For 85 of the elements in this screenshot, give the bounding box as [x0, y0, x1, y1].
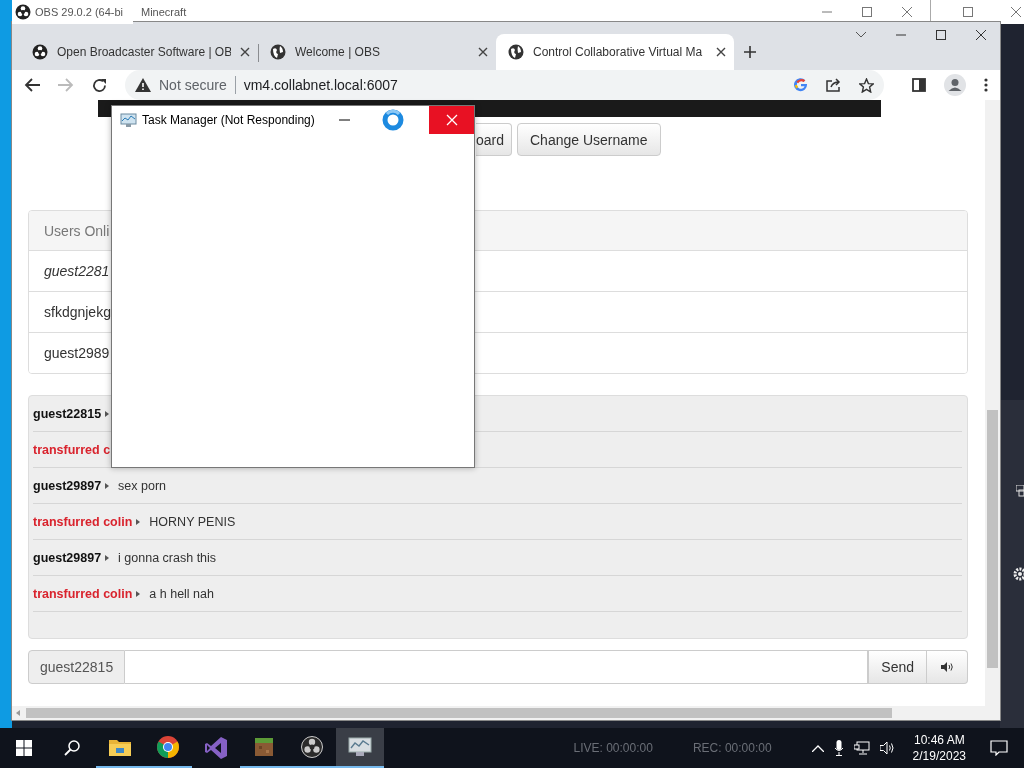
browser-tab[interactable]: Open Broadcaster Software | OB	[20, 34, 258, 70]
windows-logo-icon	[16, 740, 32, 756]
translate-icon[interactable]	[794, 78, 808, 92]
online-username: guest2281	[44, 263, 110, 279]
tricolor-circle-icon	[157, 736, 179, 758]
triangle-marker-icon	[105, 554, 110, 561]
monitor-chart-icon	[120, 113, 137, 127]
globe-icon	[270, 44, 286, 60]
menu-icon[interactable]	[984, 78, 988, 92]
microphone-icon[interactable]	[833, 740, 844, 756]
new-tab-icon[interactable]	[744, 46, 756, 58]
window-title: Minecraft	[141, 6, 187, 18]
horizontal-scrollbar[interactable]	[12, 706, 1000, 720]
send-button[interactable]: Send	[868, 650, 927, 684]
monitor-chart-icon	[348, 737, 372, 757]
taskbar-app-button[interactable]	[336, 728, 384, 768]
clock[interactable]: 10:46 AM 2/19/2023	[912, 732, 966, 764]
chat-username: guest29897	[33, 478, 102, 493]
page-button[interactable]: oard	[476, 123, 512, 156]
speaker-icon[interactable]	[879, 741, 895, 755]
chevron-up-icon[interactable]	[811, 744, 824, 752]
reload-icon[interactable]	[92, 77, 107, 93]
grass-block-icon	[255, 738, 273, 756]
chat-username: guest29897	[33, 550, 102, 565]
back-arrow-icon[interactable]	[24, 78, 40, 92]
chat-message: sex porn	[118, 478, 167, 493]
star-icon[interactable]	[859, 77, 874, 93]
window-title: Task Manager (Not Responding)	[142, 113, 315, 127]
online-username: sfkdgnjekg	[44, 304, 111, 320]
chevron-icon[interactable]	[856, 32, 866, 38]
maximize-icon[interactable]	[862, 7, 872, 17]
share-icon[interactable]	[826, 78, 841, 92]
close-icon	[445, 113, 458, 126]
left-arrow-icon	[16, 710, 20, 716]
close-icon[interactable]	[976, 30, 986, 40]
settings-icon	[1012, 567, 1024, 581]
page-button[interactable]: Change Username	[517, 123, 661, 156]
windows-icon	[1016, 485, 1024, 497]
chat-username: guest22815	[33, 406, 102, 421]
chat-message: a h hell nah	[149, 586, 214, 601]
profile-avatar-icon[interactable]	[944, 74, 966, 96]
status-indicator: REC: 00:00:00	[692, 741, 772, 755]
status-indicator: LIVE: 00:00:00	[573, 741, 653, 755]
ring-logo-icon	[15, 4, 31, 20]
online-username: guest2989	[44, 345, 110, 361]
close-icon[interactable]	[716, 47, 726, 57]
maximize-icon[interactable]	[936, 30, 946, 40]
chat-message: i gonna crash this	[118, 550, 217, 565]
triangle-marker-icon	[136, 518, 141, 525]
side-panel-icon[interactable]	[912, 78, 926, 92]
maximize-icon[interactable]	[963, 7, 973, 17]
triangle-marker-icon	[136, 590, 141, 597]
window-title: OBS 29.0.2 (64-bi	[35, 6, 124, 18]
clock-time: 10:46 AM	[913, 732, 965, 748]
vertical-scrollbar[interactable]	[985, 100, 1000, 706]
ring-logo-icon	[301, 736, 323, 758]
folder-icon	[109, 738, 131, 756]
ring-logo-icon	[32, 44, 48, 60]
chat-username: transfurred c	[33, 442, 111, 457]
notification-icon[interactable]	[990, 740, 1008, 756]
ribbon-logo-icon	[205, 737, 227, 759]
search-icon	[64, 740, 80, 756]
close-icon[interactable]	[1011, 7, 1021, 17]
browser-tab[interactable]: Welcome | OBS	[258, 34, 496, 70]
warning-icon	[135, 78, 151, 92]
chat-username: transfurred colin	[33, 586, 133, 601]
network-icon[interactable]	[853, 741, 870, 755]
username-label: guest22815	[28, 650, 126, 684]
close-icon[interactable]	[240, 47, 250, 57]
chat-username: transfurred colin	[33, 514, 133, 529]
speaker-icon	[941, 662, 953, 672]
chat-message: HORNY PENIS	[149, 514, 236, 529]
close-icon[interactable]	[902, 7, 912, 17]
browser-tab[interactable]: Control Collaborative Virtual Ma	[496, 34, 734, 70]
sound-button[interactable]	[927, 650, 968, 684]
url-text: vm4.collabnet.local:6007	[243, 77, 398, 93]
message-field[interactable]	[125, 650, 869, 684]
security-label: Not secure	[159, 77, 227, 93]
triangle-marker-icon	[105, 482, 110, 489]
clock-date: 2/19/2023	[912, 748, 966, 764]
globe-icon	[508, 44, 524, 60]
busy-spinner-icon	[381, 108, 405, 132]
triangle-marker-icon	[105, 410, 110, 417]
close-icon[interactable]	[478, 47, 488, 57]
address-bar[interactable]: Not secure vm4.collabnet.local:6007	[125, 70, 884, 100]
